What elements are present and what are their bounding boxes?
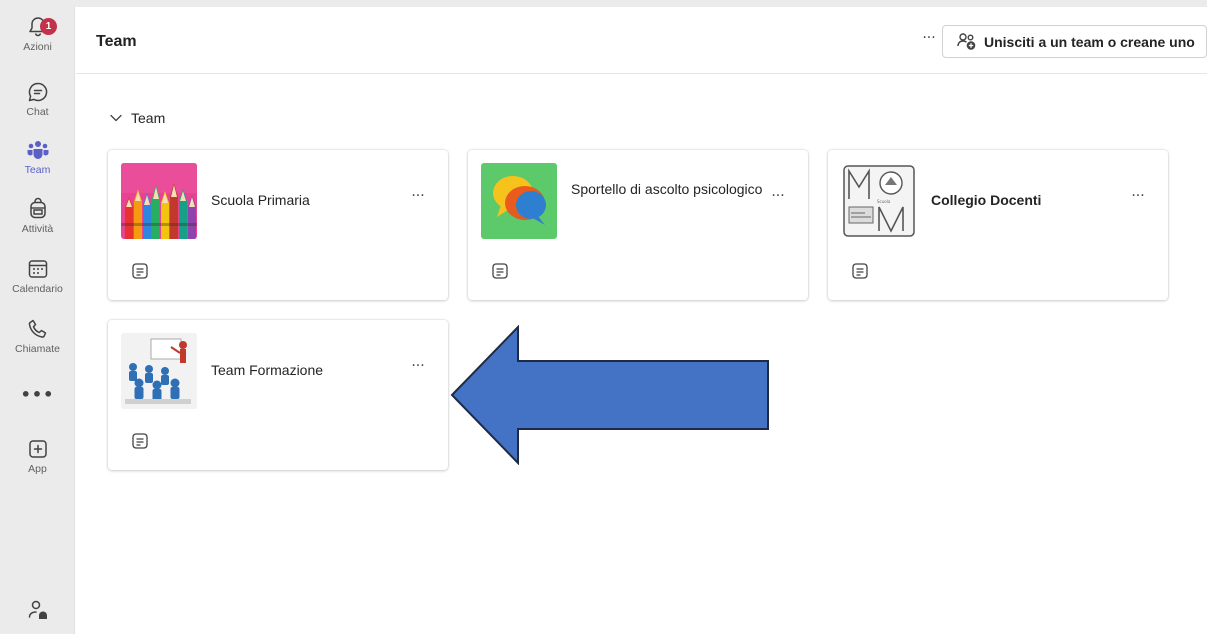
posts-icon [852, 263, 868, 279]
team-card-collegio-docenti[interactable]: Scuola Collegio Docenti ··· [828, 150, 1168, 300]
svg-text:Scuola: Scuola [877, 199, 891, 204]
person-feedback-icon [28, 600, 47, 619]
rail-label: Chiamate [15, 343, 60, 355]
rail-item-azioni[interactable]: 1 Azioni [0, 15, 75, 53]
team-thumbnail [121, 163, 197, 239]
header-more-button[interactable]: ··· [918, 29, 940, 51]
rail-label: Attività [21, 223, 54, 235]
more-icon: ••• [20, 385, 55, 404]
rail-item-attivita[interactable]: Attività [0, 197, 75, 235]
posts-icon [132, 433, 148, 449]
team-posts-button[interactable] [131, 432, 149, 454]
team-posts-button[interactable] [851, 262, 869, 284]
team-card-scuola-primaria[interactable]: Scuola Primaria ··· [108, 150, 448, 300]
chevron-down-icon [110, 114, 122, 122]
join-or-create-team-button[interactable]: Unisciti a un team o creane uno [942, 25, 1207, 58]
team-thumbnail [481, 163, 557, 239]
rail-item-calendario[interactable]: Calendario [0, 257, 75, 295]
rail-label: Calendario [12, 283, 63, 295]
chat-icon [28, 82, 47, 102]
team-card-team-formazione[interactable]: Team Formazione ··· [108, 320, 448, 470]
team-section-toggle[interactable]: Team [110, 110, 165, 126]
top-strip [0, 0, 1207, 7]
rail-label: Azioni [23, 41, 52, 53]
team-thumbnail: Scuola [841, 163, 917, 239]
speech-bubbles-image [481, 163, 557, 239]
posts-icon [132, 263, 148, 279]
add-app-icon [28, 440, 47, 458]
team-more-button[interactable]: ··· [1126, 188, 1150, 208]
team-name: Scuola Primaria [211, 192, 310, 208]
team-thumbnail [121, 333, 197, 409]
team-posts-button[interactable] [131, 262, 149, 284]
rail-item-chiamate[interactable]: Chiamate [0, 317, 75, 355]
rail-label: Chat [26, 106, 49, 118]
page-header: Team ··· Unisciti a un team o creane uno [76, 7, 1207, 74]
join-button-label: Unisciti a un team o creane uno [984, 33, 1195, 50]
classroom-figures-image [121, 333, 197, 409]
people-add-icon [957, 32, 976, 50]
team-name: Sportello di ascolto psicologico [571, 181, 763, 197]
rail-item-more[interactable]: ••• [0, 385, 75, 404]
rail-label: Team [24, 164, 51, 176]
section-label: Team [131, 110, 166, 126]
team-posts-button[interactable] [491, 262, 509, 284]
team-name: Team Formazione [211, 362, 324, 378]
rail-label: App [28, 463, 47, 475]
calendar-icon [28, 260, 47, 278]
rail-item-team[interactable]: Team [0, 138, 75, 176]
phone-icon [28, 319, 46, 338]
annotation-arrow [450, 325, 769, 465]
rail-item-app[interactable]: App [0, 437, 75, 475]
team-more-button[interactable]: ··· [406, 358, 430, 378]
person-feedback-button[interactable] [26, 598, 50, 626]
app-rail: 1 Azioni Chat Team Attività Calendario C… [0, 7, 75, 634]
colored-pencils-image [121, 163, 197, 239]
backpack-icon [29, 197, 46, 219]
teams-icon [27, 141, 48, 159]
team-more-button[interactable]: ··· [766, 188, 790, 208]
rail-item-chat[interactable]: Chat [0, 80, 75, 118]
page-title: Team [96, 33, 137, 50]
team-card-sportello[interactable]: Sportello di ascolto psicologico ··· [468, 150, 808, 300]
team-more-button[interactable]: ··· [406, 188, 430, 208]
notification-badge: 1 [40, 18, 57, 35]
posts-icon [492, 263, 508, 279]
team-name: Collegio Docenti [931, 192, 1042, 208]
school-emblem-image: Scuola [841, 163, 917, 239]
